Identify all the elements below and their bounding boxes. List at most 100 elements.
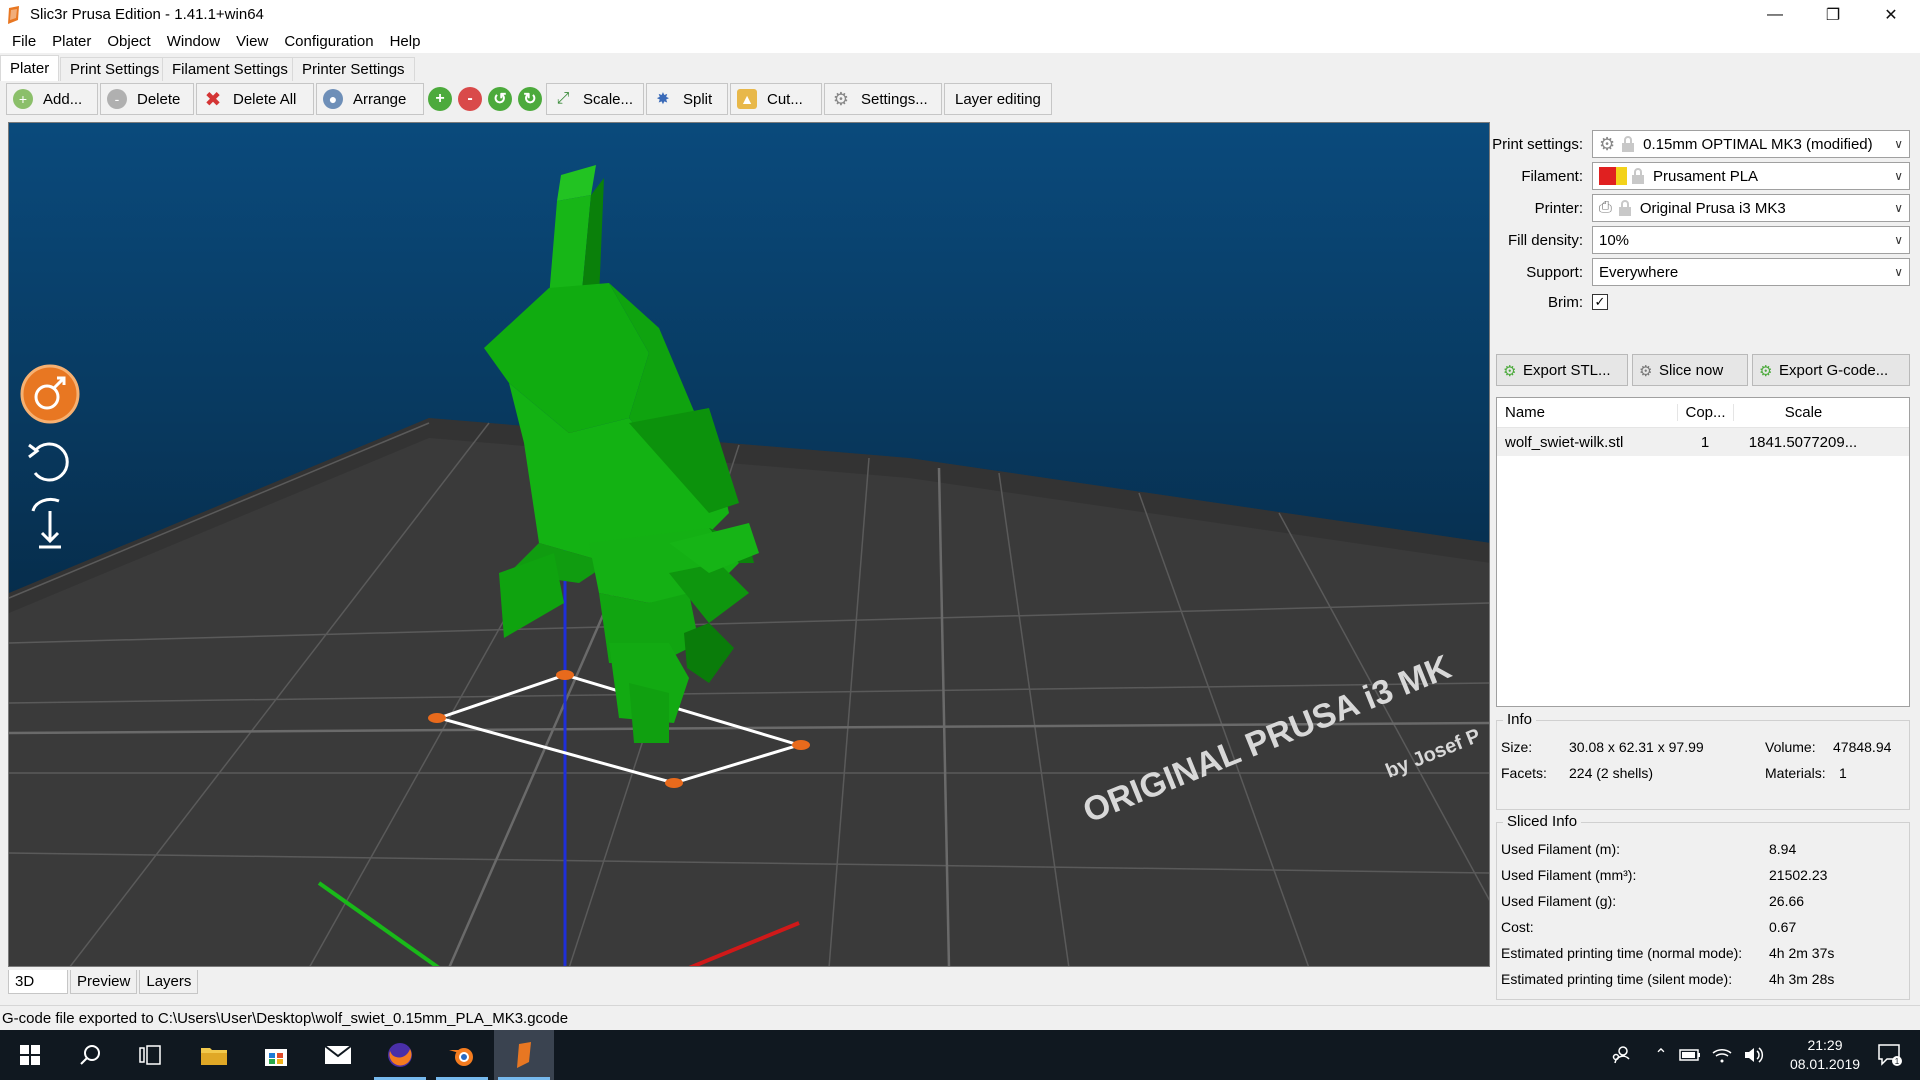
used-filament-mm3-label: Used Filament (mm³):: [1501, 867, 1637, 883]
chevron-down-icon: ∨: [1894, 265, 1903, 279]
printer-select[interactable]: ⎙ Original Prusa i3 MK3 ∨: [1592, 194, 1910, 222]
menu-window[interactable]: Window: [159, 33, 228, 50]
print-settings-select[interactable]: ⚙ 0.15mm OPTIMAL MK3 (modified) ∨: [1592, 130, 1910, 158]
sliced-info-title: Sliced Info: [1503, 813, 1582, 830]
close-button[interactable]: ✕: [1862, 0, 1920, 29]
3d-viewport[interactable]: ORIGINAL PRUSA i3 MK by Josef P: [8, 122, 1490, 967]
used-filament-m-label: Used Filament (m):: [1501, 841, 1621, 857]
menu-plater[interactable]: Plater: [44, 33, 99, 50]
print-settings-row: Print settings: ⚙ 0.15mm OPTIMAL MK3 (mo…: [1490, 130, 1920, 158]
view-tabs: 3D Preview Layers: [8, 970, 200, 994]
slice-now-button[interactable]: ⚙ Slice now: [1632, 354, 1748, 386]
volume-icon[interactable]: [1740, 1030, 1768, 1080]
menu-view[interactable]: View: [228, 33, 276, 50]
chevron-down-icon: ∨: [1894, 169, 1903, 183]
zoom-view-icon[interactable]: [19, 491, 81, 553]
file-explorer-icon[interactable]: [184, 1030, 244, 1080]
time-silent-label: Estimated printing time (silent mode):: [1501, 971, 1733, 987]
object-copies: 1: [1700, 433, 1710, 451]
export-gcode-button[interactable]: ⚙ Export G-code...: [1752, 354, 1910, 386]
volume-value: 47848.94: [1833, 739, 1892, 755]
rotate-right-icon[interactable]: ↻: [518, 87, 542, 111]
menu-object[interactable]: Object: [99, 33, 158, 50]
menu-configuration[interactable]: Configuration: [276, 33, 381, 50]
battery-icon[interactable]: [1676, 1030, 1704, 1080]
restore-button[interactable]: ❐: [1804, 0, 1862, 29]
export-stl-button[interactable]: ⚙ Export STL...: [1496, 354, 1628, 386]
brim-label: Brim:: [1548, 293, 1583, 311]
firefox-icon[interactable]: [370, 1030, 430, 1080]
split-button[interactable]: ✸ Split: [646, 83, 728, 115]
task-view-icon[interactable]: [120, 1030, 180, 1080]
facets-value: 224 (2 shells): [1569, 765, 1654, 781]
fill-density-row: Fill density: 10% ∨: [1490, 226, 1920, 254]
delete-all-button[interactable]: ✖ Delete All: [196, 83, 314, 115]
search-icon[interactable]: [60, 1030, 120, 1080]
menu-file[interactable]: File: [4, 33, 44, 50]
settings-button[interactable]: ⚙ Settings...: [824, 83, 942, 115]
clock-time: 21:29: [1807, 1037, 1843, 1053]
export-icon: ⚙: [1503, 363, 1517, 380]
add-button[interactable]: + Add...: [6, 83, 98, 115]
support-row: Support: Everywhere ∨: [1490, 258, 1920, 286]
status-text: G-code file exported to C:\Users\User\De…: [2, 1010, 569, 1027]
wifi-icon[interactable]: [1708, 1030, 1736, 1080]
store-icon[interactable]: [246, 1030, 306, 1080]
minimize-button[interactable]: —: [1746, 0, 1804, 29]
arrange-button[interactable]: ● Arrange: [316, 83, 424, 115]
action-center-icon[interactable]: 1: [1868, 1030, 1912, 1080]
tab-printer-settings[interactable]: Printer Settings: [292, 57, 415, 81]
scale-icon: ⤢: [556, 90, 570, 107]
support-label: Support:: [1526, 263, 1583, 281]
chevron-up-icon[interactable]: ⌃: [1648, 1030, 1674, 1080]
slice-icon: ⚙: [1639, 363, 1653, 380]
plater-toolbar: + Add... - Delete ✖ Delete All ● Arrange…: [0, 83, 1920, 117]
tab-layers[interactable]: Layers: [139, 970, 199, 994]
people-icon[interactable]: [1604, 1030, 1638, 1080]
scene-canvas: ORIGINAL PRUSA i3 MK by Josef P: [9, 165, 1489, 966]
column-copies[interactable]: Cop...: [1677, 404, 1733, 421]
scale-button[interactable]: ⤢ Scale...: [546, 83, 644, 115]
filament-select[interactable]: Prusament PLA ∨: [1592, 162, 1910, 190]
time-silent-value: 4h 3m 28s: [1769, 971, 1835, 987]
arrange-icon: ●: [323, 89, 343, 109]
mail-icon[interactable]: [308, 1030, 368, 1080]
cut-button[interactable]: ▲ Cut...: [730, 83, 822, 115]
windows-start-icon[interactable]: [0, 1030, 60, 1080]
tab-plater[interactable]: Plater: [0, 55, 60, 81]
export-icon: ⚙: [1759, 363, 1773, 380]
fill-density-select[interactable]: 10% ∨: [1592, 226, 1910, 254]
chevron-down-icon: ∨: [1894, 137, 1903, 151]
tab-3d[interactable]: 3D: [8, 970, 68, 994]
rotate-view-icon[interactable]: [19, 429, 81, 491]
layer-editing-button[interactable]: Layer editing: [944, 83, 1052, 115]
support-select[interactable]: Everywhere ∨: [1592, 258, 1910, 286]
facets-label: Facets:: [1501, 765, 1547, 781]
volume-label: Volume:: [1765, 739, 1816, 755]
object-list[interactable]: Name Cop... Scale wolf_swiet-wilk.stl 1 …: [1496, 397, 1910, 707]
object-row[interactable]: wolf_swiet-wilk.stl 1 1841.5077209...: [1497, 428, 1909, 456]
column-scale[interactable]: Scale: [1733, 404, 1873, 421]
tab-filament-settings[interactable]: Filament Settings: [162, 57, 298, 81]
blender-icon[interactable]: [432, 1030, 492, 1080]
menu-help[interactable]: Help: [382, 33, 429, 50]
fill-density-label: Fill density:: [1507, 231, 1583, 249]
notification-count: 1: [1895, 1057, 1900, 1066]
printer-icon: ⎙: [1599, 199, 1612, 216]
increase-copies-icon[interactable]: +: [428, 87, 452, 111]
taskbar-clock[interactable]: 21:29 08.01.2019: [1780, 1036, 1870, 1074]
tab-preview[interactable]: Preview: [70, 970, 138, 994]
slic3r-taskbar-icon[interactable]: [494, 1030, 554, 1080]
chevron-down-icon: ∨: [1894, 201, 1903, 215]
used-filament-mm3-value: 21502.23: [1769, 867, 1828, 883]
rotate-left-icon[interactable]: ↺: [488, 87, 512, 111]
brim-checkbox[interactable]: ✓: [1592, 294, 1608, 310]
delete-all-icon: ✖: [204, 88, 222, 111]
title-bar: Slic3r Prusa Edition - 1.41.1+win64 — ❐ …: [0, 0, 1920, 29]
column-name[interactable]: Name: [1497, 404, 1677, 421]
delete-button[interactable]: - Delete: [100, 83, 194, 115]
decrease-copies-icon[interactable]: -: [458, 87, 482, 111]
orbit-control-icon[interactable]: [19, 363, 81, 425]
tab-print-settings[interactable]: Print Settings: [60, 57, 170, 81]
printer-label: Printer:: [1534, 199, 1583, 217]
